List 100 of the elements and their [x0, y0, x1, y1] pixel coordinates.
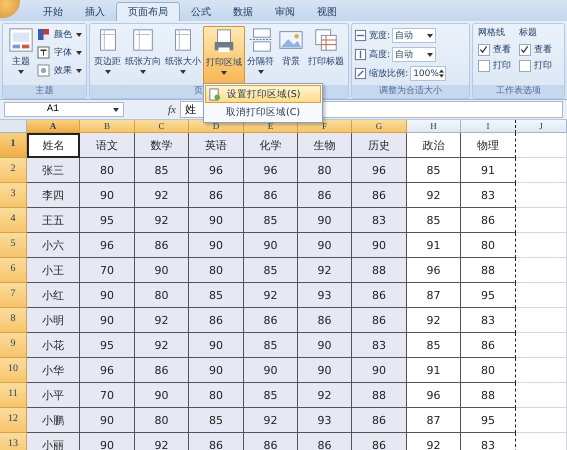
checkbox[interactable]: 查看 — [518, 43, 552, 56]
column-header[interactable]: H — [407, 120, 461, 133]
table-cell: 91 — [407, 233, 461, 258]
page-setup-button[interactable]: 页边距 — [92, 26, 124, 84]
table-cell: 80 — [80, 158, 135, 183]
table-cell: 政治 — [407, 133, 461, 158]
field-label: 缩放比例: — [369, 68, 408, 80]
table-cell: 85 — [244, 333, 298, 358]
table-cell: 92 — [298, 383, 352, 408]
table-cell: 80 — [135, 283, 189, 308]
group-label: 工作表选项 — [472, 85, 564, 98]
ribbon-tab[interactable]: 开始 — [32, 2, 74, 21]
table-cell: 92 — [135, 333, 189, 358]
color-swatch-icon — [37, 28, 50, 41]
table-cell: 86 — [298, 433, 352, 450]
insert-function-button[interactable]: fx — [168, 104, 176, 116]
row-header[interactable]: 9 — [0, 333, 27, 358]
table-cell: 86 — [189, 433, 244, 450]
table-cell: 96 — [244, 158, 298, 183]
column-header[interactable]: A — [27, 120, 80, 133]
table-cell: 88 — [461, 383, 516, 408]
table-cell: 80 — [189, 258, 244, 283]
table-cell: 85 — [244, 383, 298, 408]
ribbon-tab[interactable]: 数据 — [222, 2, 264, 21]
theme-option-button[interactable]: 效果 — [37, 62, 82, 79]
table-cell: 小明 — [27, 308, 80, 333]
row-header[interactable]: 8 — [0, 308, 27, 333]
page-setup-button[interactable]: 分隔符 — [245, 26, 276, 84]
table-cell: 83 — [352, 208, 407, 233]
row-header[interactable]: 7 — [0, 283, 27, 308]
table-cell: 90 — [80, 433, 135, 450]
themes-button[interactable]: 主题 — [5, 26, 37, 84]
table-cell: 96 — [189, 158, 244, 183]
row-header[interactable]: 13 — [0, 433, 27, 450]
caret-icon — [76, 68, 82, 72]
table-cell: 85 — [189, 408, 244, 433]
name-box[interactable]: A1 — [4, 102, 124, 117]
caret-icon — [427, 34, 434, 38]
table-cell: 李四 — [27, 183, 80, 208]
row-header[interactable]: 2 — [0, 158, 27, 183]
spinner-field[interactable]: 100% — [410, 66, 446, 81]
themes-icon — [8, 27, 34, 53]
row-header[interactable]: 12 — [0, 408, 27, 433]
row-header[interactable]: 11 — [0, 383, 27, 408]
section-title: 网格线 — [478, 26, 506, 40]
ribbon-tab[interactable]: 页面布局 — [116, 2, 180, 21]
ribbon-tab[interactable]: 插入 — [74, 2, 116, 21]
row-header[interactable]: 1 — [0, 133, 27, 158]
column-header[interactable]: C — [135, 120, 189, 133]
column-header[interactable]: J — [516, 120, 567, 133]
ribbon-tab[interactable]: 公式 — [180, 2, 222, 21]
row-header[interactable]: 4 — [0, 208, 27, 233]
table-cell: 85 — [189, 283, 244, 308]
checkbox[interactable]: 打印 — [518, 59, 552, 72]
field-label: 宽度: — [369, 30, 390, 42]
table-cell: 历史 — [352, 133, 407, 158]
table-cell: 90 — [298, 233, 352, 258]
page-setup-button[interactable]: 打印区域 — [203, 26, 246, 84]
page-setup-button[interactable]: 纸张大小 — [163, 26, 204, 84]
table-cell: 96 — [80, 358, 135, 383]
ribbon-tab[interactable]: 视图 — [306, 2, 348, 21]
ribbon-tab[interactable]: 审阅 — [264, 2, 306, 21]
column-header[interactable]: B — [80, 120, 135, 133]
section-title: 标题 — [518, 26, 538, 40]
table-cell: 86 — [352, 433, 407, 450]
field-label: 高度: — [369, 48, 390, 61]
checkbox[interactable]: 打印 — [478, 59, 511, 72]
zoom-icon — [354, 67, 368, 80]
table-cell: 80 — [298, 158, 352, 183]
table-cell: 85 — [407, 333, 461, 358]
page-setup-button[interactable]: 背景 — [276, 26, 306, 84]
dropdown-field[interactable]: 自动 — [392, 47, 436, 62]
page-setup-button[interactable]: 打印标题 — [306, 26, 346, 84]
table-cell: 张三 — [27, 158, 80, 183]
table-cell: 90 — [352, 233, 407, 258]
row-header[interactable]: 5 — [0, 233, 27, 258]
checkbox[interactable]: 查看 — [478, 43, 511, 56]
menu-item[interactable]: 取消打印区域(C) — [205, 103, 321, 121]
theme-option-button[interactable]: 颜色 — [37, 26, 82, 43]
column-header[interactable]: I — [461, 120, 516, 133]
table-cell: 80 — [189, 383, 244, 408]
table-cell: 语文 — [80, 133, 135, 158]
table-cell: 85 — [244, 258, 298, 283]
table-cell: 92 — [135, 308, 189, 333]
menu-item[interactable]: 设置打印区域(S) — [205, 85, 321, 103]
table-cell: 90 — [189, 333, 244, 358]
table-cell: 93 — [298, 408, 352, 433]
page-setup-button[interactable]: 纸张方向 — [123, 26, 164, 84]
theme-option-button[interactable]: 字体 — [37, 44, 82, 61]
table-cell: 小王 — [27, 258, 80, 283]
table-cell: 91 — [407, 358, 461, 383]
row-header[interactable]: 3 — [0, 183, 27, 208]
row-header[interactable]: 10 — [0, 358, 27, 383]
page-icon — [208, 88, 221, 100]
table-cell: 92 — [298, 258, 352, 283]
row-header[interactable]: 6 — [0, 258, 27, 283]
column-header[interactable]: G — [352, 120, 407, 133]
dropdown-field[interactable]: 自动 — [392, 28, 436, 43]
group-label: 主题 — [3, 85, 86, 98]
select-all-button[interactable] — [0, 120, 27, 133]
